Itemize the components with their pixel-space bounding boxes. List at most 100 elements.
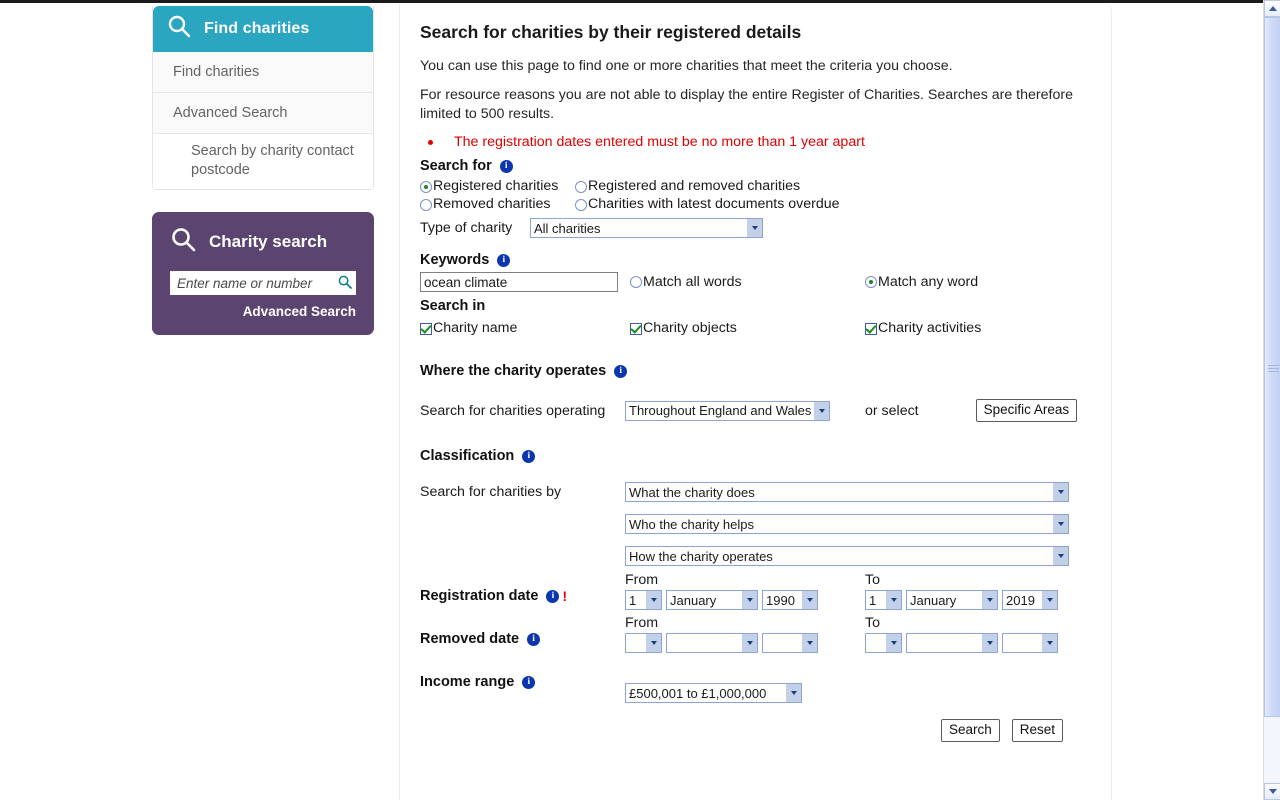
section-label: Keywords bbox=[420, 252, 490, 268]
option-label: Match any word bbox=[878, 273, 979, 290]
intro-paragraph-1: You can use this page to find one or mor… bbox=[420, 58, 953, 74]
scrollbar-grip bbox=[1268, 363, 1279, 372]
radio-match-any-word[interactable]: Match any word bbox=[865, 274, 1091, 291]
registration-to-day-select[interactable]: 1 bbox=[865, 590, 902, 610]
option-label: Charities with latest documents overdue bbox=[588, 196, 840, 212]
removed-from-month-select[interactable] bbox=[666, 633, 758, 653]
main-content-panel: Search for charities by their registered… bbox=[399, 4, 1112, 800]
search-icon[interactable] bbox=[338, 275, 352, 294]
search-button[interactable]: Search bbox=[940, 719, 1000, 742]
section-heading-registration-date: Registration date i ! bbox=[420, 588, 625, 604]
advanced-search-link[interactable]: Advanced Search bbox=[170, 304, 356, 319]
option-label: Charity name bbox=[433, 320, 518, 336]
section-heading-search-in: Search in bbox=[420, 298, 1091, 314]
removed-to-year-select[interactable] bbox=[1002, 633, 1058, 653]
classification-select-how-charity-operates[interactable]: How the charity operates bbox=[625, 546, 1069, 566]
page-root: Find charities Find charities Advanced S… bbox=[0, 0, 1280, 800]
radio-match-all-words[interactable]: Match all words bbox=[630, 274, 865, 291]
where-operates-label: Search for charities operating bbox=[420, 402, 606, 419]
income-range-block: Income range i £500,001 to £1,000,000 bbox=[420, 674, 1091, 703]
rem-from-year-wrap bbox=[762, 633, 818, 653]
registration-from-year-select[interactable]: 1990 bbox=[762, 590, 818, 610]
where-operates-select-wrap: Throughout England and Wales bbox=[625, 400, 830, 421]
chevron-up-icon bbox=[1268, 6, 1277, 11]
find-charities-header-label: Find charities bbox=[204, 20, 310, 37]
section-label: Search for bbox=[420, 158, 492, 174]
registration-to-month-select[interactable]: January bbox=[906, 590, 998, 610]
reg-to-day-wrap: 1 bbox=[865, 590, 902, 610]
reset-button[interactable]: Reset bbox=[1011, 719, 1063, 742]
keywords-input[interactable] bbox=[420, 272, 618, 292]
info-icon[interactable]: i bbox=[497, 253, 511, 267]
removed-from-day-select[interactable] bbox=[625, 633, 662, 653]
section-label: Registration date bbox=[420, 588, 539, 604]
sidebar-item-label: Find charities bbox=[173, 64, 260, 80]
option-label: Charity activities bbox=[878, 320, 982, 336]
checkbox-charity-activities[interactable]: Charity activities bbox=[865, 320, 1091, 337]
radio-removed-charities[interactable]: Removed charities bbox=[420, 196, 575, 213]
info-icon[interactable]: i bbox=[522, 675, 536, 689]
page-title: Search for charities by their registered… bbox=[420, 22, 802, 42]
intro-paragraph-2: For resource reasons you are not able to… bbox=[420, 87, 1073, 122]
classification-select-what-charity-does[interactable]: What the charity does bbox=[625, 482, 1069, 502]
radio-registered-and-removed-charities[interactable]: Registered and removed charities bbox=[575, 178, 1091, 195]
search-for-options: Registered charities Registered and remo… bbox=[420, 178, 1091, 213]
sidebar-item-find-charities[interactable]: Find charities bbox=[153, 52, 373, 93]
specific-areas-button[interactable]: Specific Areas bbox=[975, 399, 1078, 422]
removed-to-day-select[interactable] bbox=[865, 633, 902, 653]
sidebar-item-advanced-search[interactable]: Advanced Search bbox=[153, 93, 373, 134]
classification-select-who-charity-helps[interactable]: Who the charity helps bbox=[625, 514, 1069, 534]
removed-date-selects: From To bbox=[625, 615, 1105, 653]
sidebar-item-search-by-postcode[interactable]: Search by charity contact postcode bbox=[153, 134, 373, 189]
option-label: Registered and removed charities bbox=[588, 178, 801, 194]
scrollbar-up-button[interactable] bbox=[1264, 0, 1280, 17]
form-actions: Search Reset bbox=[420, 719, 1091, 742]
vertical-scrollbar[interactable] bbox=[1263, 0, 1280, 800]
removed-date-to-group: To bbox=[865, 615, 1105, 653]
sidebar: Find charities Find charities Advanced S… bbox=[152, 6, 374, 335]
radio-indicator bbox=[575, 198, 587, 211]
info-icon[interactable]: i bbox=[527, 632, 541, 646]
radio-indicator bbox=[630, 276, 642, 288]
removed-from-year-select[interactable] bbox=[762, 633, 818, 653]
removed-date-block: Removed date i From To bbox=[420, 615, 1091, 653]
registration-from-month-select[interactable]: January bbox=[666, 590, 758, 610]
option-label: Charity objects bbox=[643, 320, 737, 336]
to-label: To bbox=[865, 615, 880, 631]
charity-search-input[interactable] bbox=[170, 271, 356, 295]
chevron-down-icon bbox=[1268, 789, 1277, 794]
radio-indicator bbox=[575, 180, 587, 193]
where-operates-select[interactable]: Throughout England and Wales bbox=[625, 400, 830, 421]
registration-to-year-select[interactable]: 2019 bbox=[1002, 590, 1058, 610]
classification-spacer bbox=[420, 546, 625, 548]
registration-date-selects: From 1 January 1990 To 1 January 2019 bbox=[625, 572, 1105, 610]
reg-from-year-wrap: 1990 bbox=[762, 590, 818, 610]
info-icon[interactable]: i bbox=[546, 589, 560, 603]
removed-to-month-select[interactable] bbox=[906, 633, 998, 653]
radio-indicator bbox=[420, 198, 432, 211]
section-label: Removed date bbox=[420, 631, 520, 647]
checkbox-charity-name[interactable]: Charity name bbox=[420, 320, 630, 337]
type-of-charity-row: Type of charity All charities bbox=[420, 218, 1091, 238]
income-range-select[interactable]: £500,001 to £1,000,000 bbox=[625, 683, 802, 703]
sidebar-item-label: Search by charity contact postcode bbox=[191, 143, 354, 178]
top-bar bbox=[0, 0, 1280, 3]
scrollbar-thumb[interactable] bbox=[1264, 17, 1280, 717]
reg-from-month-wrap: January bbox=[666, 590, 758, 610]
section-label: Income range bbox=[420, 674, 515, 690]
info-icon[interactable]: i bbox=[522, 449, 536, 463]
from-label: From bbox=[625, 572, 659, 588]
info-icon[interactable]: i bbox=[499, 159, 513, 173]
checkbox-indicator bbox=[865, 322, 877, 335]
classification-row-3: How the charity operates bbox=[420, 546, 1091, 566]
radio-registered-charities[interactable]: Registered charities bbox=[420, 178, 575, 195]
scrollbar-down-button[interactable] bbox=[1264, 783, 1280, 800]
find-charities-nav-card: Find charities Find charities Advanced S… bbox=[152, 6, 374, 190]
radio-documents-overdue[interactable]: Charities with latest documents overdue bbox=[575, 196, 1091, 213]
checkbox-charity-objects[interactable]: Charity objects bbox=[630, 320, 865, 337]
info-icon[interactable]: i bbox=[614, 364, 628, 378]
section-heading-income-range: Income range i bbox=[420, 674, 625, 690]
type-of-charity-select[interactable]: All charities bbox=[530, 218, 763, 238]
registration-from-day-select[interactable]: 1 bbox=[625, 590, 662, 610]
section-label: Search in bbox=[420, 298, 486, 314]
